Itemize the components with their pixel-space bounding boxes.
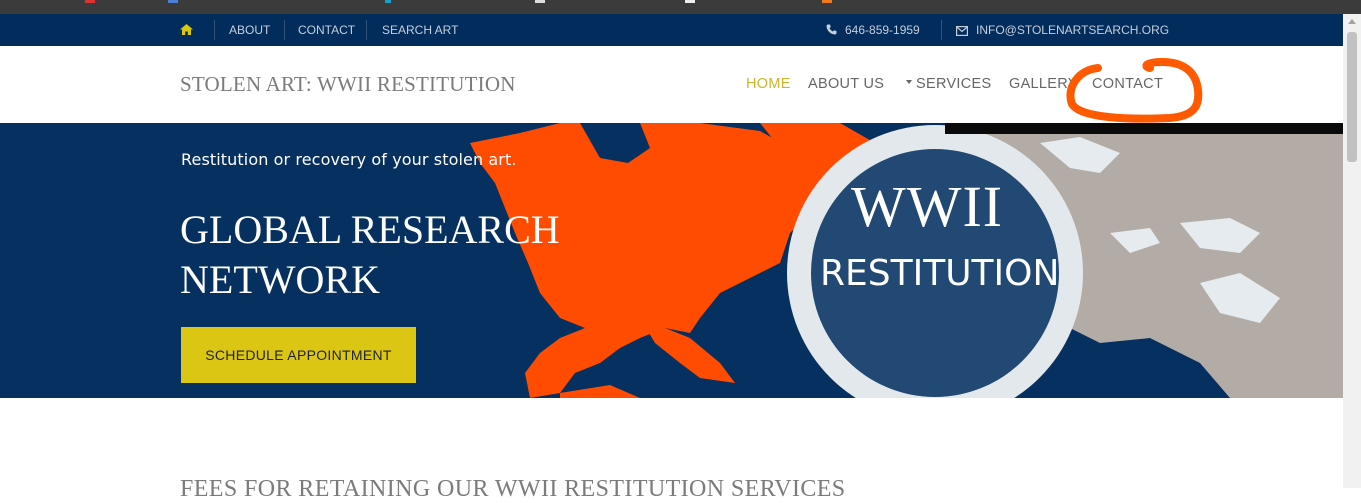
nav-about-us[interactable]: ABOUT US [808,76,884,92]
site-title-logo[interactable]: STOLEN ART: WWII RESTITUTION [180,72,516,97]
annotation-circle-mark [1066,57,1203,123]
bookmark-favicon[interactable] [535,0,545,3]
nav-services-label: SERVICES [916,76,992,92]
bookmark-favicon[interactable] [822,0,832,3]
divider [941,20,942,40]
caret-down-icon [906,80,912,85]
hero-title-line: NETWORK [180,257,380,302]
topbar-about-link[interactable]: ABOUT [229,14,270,46]
divider [366,20,367,40]
topbar-phone-link[interactable]: 646-859-1959 [845,14,920,46]
hero-banner: Restitution or recovery of your stolen a… [0,123,1343,398]
topbar-email-link[interactable]: INFO@STOLENARTSEARCH.ORG [976,14,1169,46]
hero-title: GLOBAL RESEARCH NETWORK [180,205,640,305]
top-info-bar: ABOUT CONTACT SEARCH ART 646-859-1959 IN… [0,14,1343,46]
browser-bookmarks-strip [0,0,1361,14]
hero-title-line: GLOBAL RESEARCH [180,207,560,252]
page-scrollbar[interactable] [1343,14,1361,488]
bookmark-favicon[interactable] [168,0,178,3]
scrollbar-thumb[interactable] [1347,32,1357,162]
phone-icon [826,24,837,38]
divider [214,20,215,40]
bookmark-favicon[interactable] [685,0,695,3]
bookmark-favicon[interactable] [85,0,95,3]
shadow-band [945,123,1343,134]
home-icon[interactable] [180,24,193,38]
topbar-search-art-link[interactable]: SEARCH ART [382,14,458,46]
scroll-up-arrow-icon[interactable] [1348,19,1356,24]
topbar-contact-link[interactable]: CONTACT [298,14,355,46]
nav-home[interactable]: HOME [746,76,791,92]
schedule-appointment-button[interactable]: SCHEDULE APPOINTMENT [181,327,416,383]
envelope-icon [956,25,969,39]
badge-text-restitution: RESTITUTION [820,253,1060,294]
nav-services[interactable]: SERVICES [906,76,991,92]
fees-section-heading: FEES FOR RETAINING OUR WWII RESTITUTION … [180,476,846,502]
bookmark-favicon[interactable] [385,0,391,3]
badge-text-wwii: WWII [851,174,1004,239]
divider [284,20,285,40]
hero-tagline: Restitution or recovery of your stolen a… [181,150,517,169]
